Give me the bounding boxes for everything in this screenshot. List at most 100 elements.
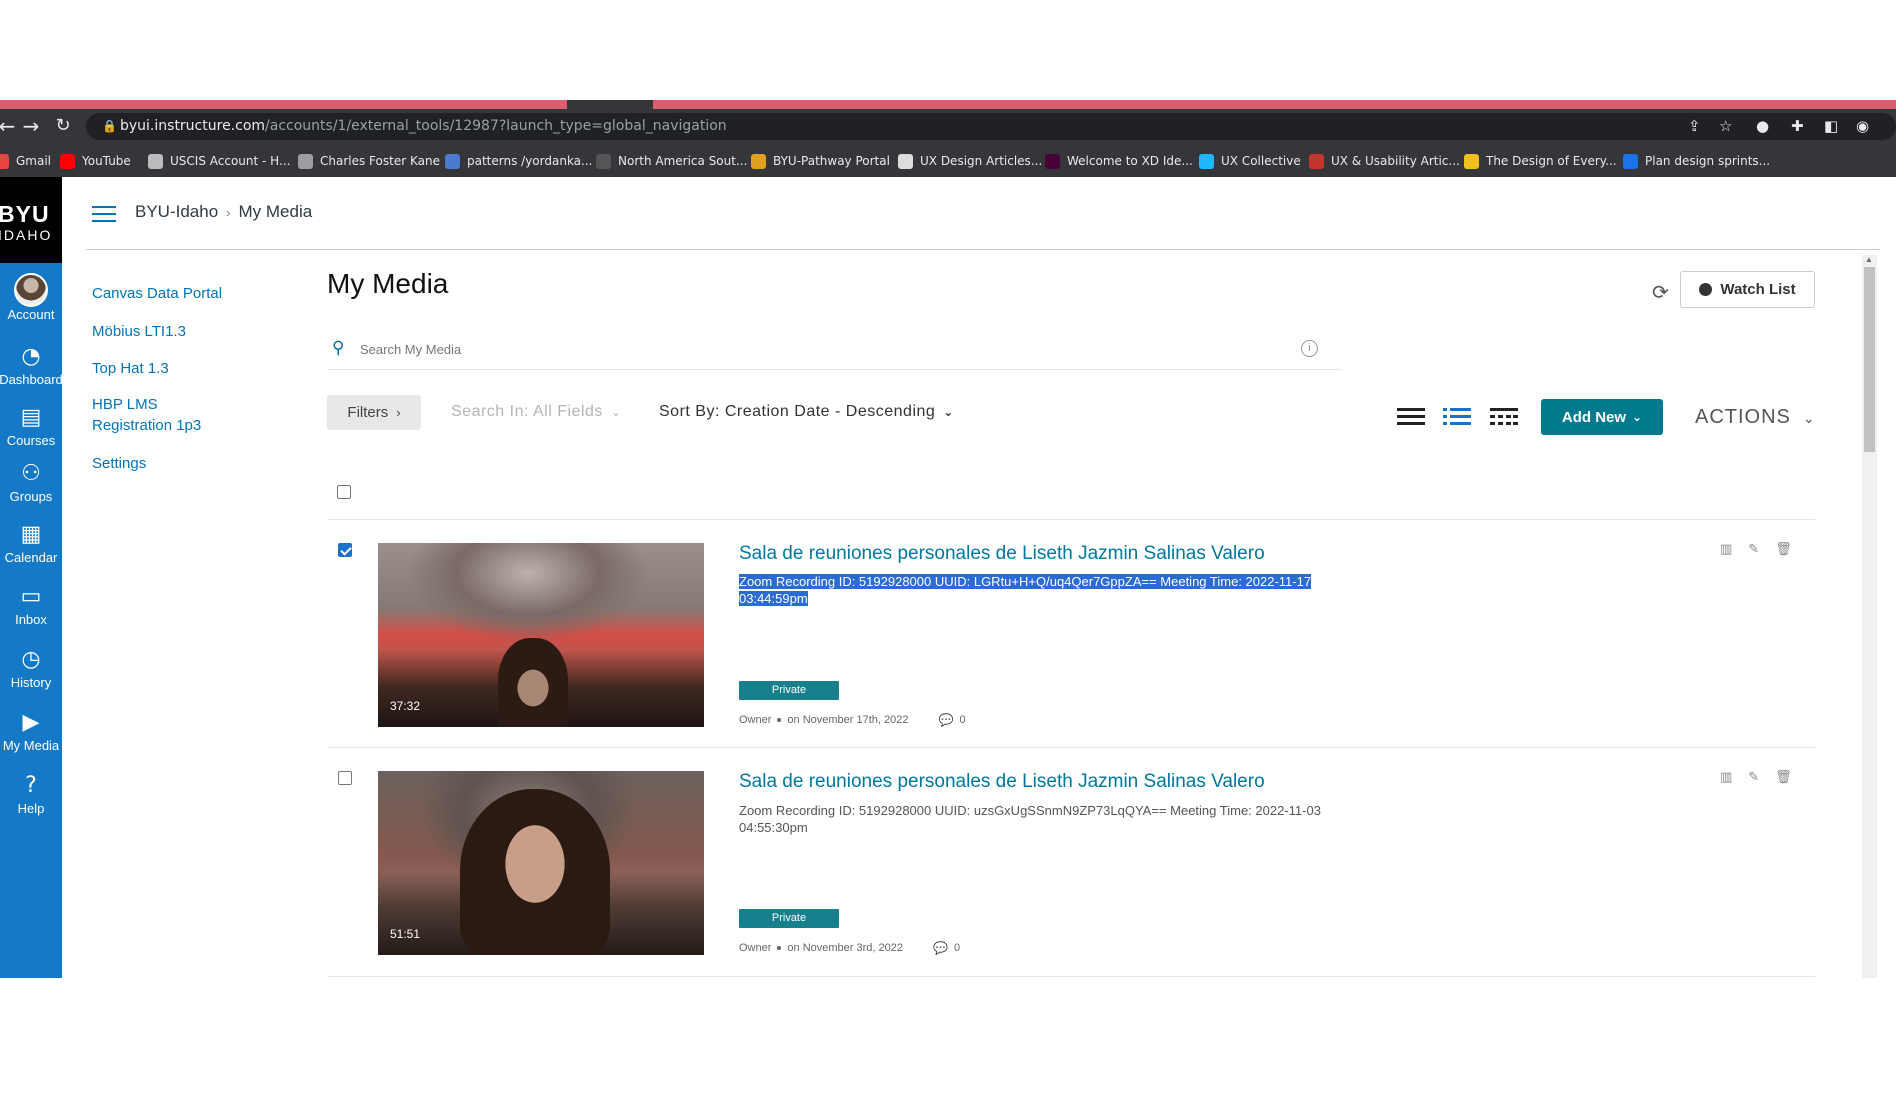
global-nav-inbox[interactable]: ▭ Inbox bbox=[0, 582, 62, 627]
bookmark-label: Charles Foster Kane bbox=[320, 154, 440, 168]
bookmark-label: Gmail bbox=[16, 154, 52, 168]
bookmark-label: North America Sout... bbox=[618, 154, 748, 168]
add-new-button[interactable]: Add New ⌄ bbox=[1541, 399, 1663, 435]
person-image bbox=[460, 789, 610, 955]
entry-meta: Owner on November 17th, 2022 💬 0 bbox=[739, 713, 966, 727]
global-nav-history[interactable]: ◷ History bbox=[0, 645, 62, 690]
global-nav-label: History bbox=[10, 675, 52, 690]
share-icon[interactable]: ⇪ bbox=[1688, 117, 1701, 135]
global-nav-label: Courses bbox=[6, 433, 56, 448]
active-tab[interactable] bbox=[567, 100, 653, 109]
delete-icon[interactable]: 🗑 bbox=[1775, 770, 1792, 785]
url-text[interactable]: byui.instructure.com/accounts/1/external… bbox=[120, 118, 727, 134]
video-thumbnail[interactable]: 37:32 bbox=[378, 543, 704, 727]
account-avatar bbox=[14, 273, 48, 307]
bookmark-label: UX Design Articles... bbox=[920, 154, 1043, 168]
bookmark-item[interactable]: Welcome to XD Ide... bbox=[1045, 152, 1193, 170]
global-nav-account[interactable]: Account bbox=[0, 273, 62, 322]
video-thumbnail[interactable]: 51:51 bbox=[378, 771, 704, 955]
refresh-icon[interactable]: ⟳ bbox=[1652, 280, 1669, 304]
row-divider bbox=[327, 519, 1815, 520]
bookmark-item[interactable]: Plan design sprints... bbox=[1623, 152, 1770, 170]
bullet-icon bbox=[777, 946, 782, 950]
help-icon: ? bbox=[25, 773, 37, 798]
entry-description: Zoom Recording ID: 5192928000 UUID: LGRt… bbox=[739, 574, 1312, 606]
global-nav-calendar[interactable]: ▦ Calendar bbox=[0, 520, 62, 565]
byu-idaho-logo[interactable]: BYU IDAHO bbox=[0, 177, 62, 263]
extension-color-icon[interactable]: ● bbox=[1756, 117, 1769, 135]
global-nav-dashboard[interactable]: ◔ Dashboard bbox=[0, 342, 63, 387]
bookmark-item[interactable]: YouTube bbox=[60, 152, 131, 170]
bookmark-favicon-icon bbox=[1623, 153, 1638, 169]
chevron-down-icon: ⌄ bbox=[610, 405, 622, 419]
sort-by-dropdown[interactable]: Sort By: Creation Date - Descending ⌄ bbox=[659, 403, 954, 421]
entry-title-link[interactable]: Sala de reuniones personales de Liseth J… bbox=[739, 771, 1265, 793]
reload-button[interactable]: ↻ bbox=[52, 115, 74, 137]
bookmark-label: USCIS Account - H... bbox=[170, 154, 291, 168]
bookmark-item[interactable]: Gmail bbox=[0, 152, 51, 170]
actions-dropdown[interactable]: ACTIONS ⌄ bbox=[1695, 406, 1816, 429]
analytics-icon[interactable]: ▥ bbox=[1720, 542, 1732, 557]
analytics-icon[interactable]: ▥ bbox=[1720, 770, 1732, 785]
profile-icon[interactable]: ◉ bbox=[1856, 117, 1869, 135]
edit-icon[interactable]: ✎ bbox=[1748, 542, 1759, 557]
search-input[interactable] bbox=[360, 337, 1260, 361]
bookmark-item[interactable]: USCIS Account - H... bbox=[148, 152, 290, 170]
side-panel-icon[interactable]: ◧ bbox=[1824, 117, 1838, 135]
entry-description: Zoom Recording ID: 5192928000 UUID: uzsG… bbox=[739, 803, 1321, 835]
global-nav-label: Help bbox=[17, 801, 45, 816]
bookmark-label: Plan design sprints... bbox=[1645, 154, 1771, 168]
course-nav-settings[interactable]: Settings bbox=[92, 453, 242, 474]
global-nav-label: Dashboard bbox=[0, 372, 63, 387]
info-icon[interactable]: i bbox=[1301, 340, 1318, 357]
back-button[interactable]: ← bbox=[0, 115, 18, 137]
bookmark-item[interactable]: The Design of Every... bbox=[1464, 152, 1617, 170]
global-nav-courses[interactable]: ▤ Courses bbox=[0, 403, 62, 448]
global-navigation: BYU IDAHO Account ◔ Dashboard ▤ Courses ⚇ Grou… bbox=[0, 177, 63, 978]
bookmark-item[interactable]: North America Sout... bbox=[596, 152, 747, 170]
global-nav-groups[interactable]: ⚇ Groups bbox=[0, 459, 62, 504]
comment-icon: 💬 bbox=[932, 941, 948, 955]
star-icon[interactable]: ☆ bbox=[1719, 117, 1732, 135]
bookmark-item[interactable]: UX Collective bbox=[1199, 152, 1301, 170]
bookmark-item[interactable]: UX Design Articles... bbox=[898, 152, 1042, 170]
filters-button[interactable]: Filters › bbox=[327, 395, 421, 430]
list-view-icon[interactable] bbox=[1397, 405, 1425, 425]
bookmark-favicon-icon bbox=[148, 153, 163, 169]
edit-icon[interactable]: ✎ bbox=[1748, 770, 1759, 785]
entry-title-link[interactable]: Sala de reuniones personales de Liseth J… bbox=[739, 543, 1265, 565]
extensions-puzzle-icon[interactable]: ✚ bbox=[1791, 117, 1804, 135]
detailed-view-icon[interactable] bbox=[1443, 405, 1471, 425]
course-nav-hbp-lms[interactable]: HBP LMS Registration 1p3 bbox=[92, 394, 222, 436]
course-nav-top-hat[interactable]: Top Hat 1.3 bbox=[92, 358, 242, 379]
lock-icon: 🔒 bbox=[102, 119, 117, 133]
watch-list-button[interactable]: Watch List bbox=[1680, 271, 1815, 308]
grid-view-icon[interactable] bbox=[1490, 405, 1518, 425]
course-nav-canvas-data-portal[interactable]: Canvas Data Portal bbox=[92, 283, 242, 304]
bookmark-item[interactable]: patterns /yordanka... bbox=[445, 152, 592, 170]
dashboard-icon: ◔ bbox=[21, 344, 41, 369]
bookmark-item[interactable]: BYU-Pathway Portal bbox=[751, 152, 890, 170]
scrollbar[interactable]: ▲ bbox=[1862, 255, 1877, 978]
bookmark-item[interactable]: UX & Usability Artic... bbox=[1309, 152, 1460, 170]
forward-button[interactable]: → bbox=[20, 115, 42, 137]
breadcrumb-current: My Media bbox=[238, 202, 313, 221]
clock-icon bbox=[1699, 283, 1713, 296]
groups-icon: ⚇ bbox=[21, 461, 41, 486]
bookmark-label: Welcome to XD Ide... bbox=[1067, 154, 1193, 168]
entry-checkbox[interactable] bbox=[338, 771, 352, 785]
search-in-dropdown[interactable]: Search In: All Fields ⌄ bbox=[451, 403, 621, 421]
entry-checkbox[interactable] bbox=[338, 543, 352, 557]
global-nav-my-media[interactable]: ▶ My Media bbox=[0, 708, 62, 753]
global-nav-help[interactable]: ? Help bbox=[0, 771, 62, 816]
hamburger-menu-icon[interactable] bbox=[92, 205, 116, 223]
bookmark-item[interactable]: Charles Foster Kane bbox=[298, 152, 440, 170]
select-all-checkbox[interactable] bbox=[337, 485, 351, 499]
scroll-up-icon[interactable]: ▲ bbox=[1865, 255, 1873, 264]
course-nav-mobius[interactable]: Möbius LTI1.3 bbox=[92, 321, 242, 342]
history-icon: ◷ bbox=[21, 647, 41, 672]
person-image bbox=[498, 638, 568, 727]
delete-icon[interactable]: 🗑 bbox=[1775, 542, 1792, 557]
breadcrumb-root[interactable]: BYU-Idaho bbox=[135, 202, 218, 222]
scrollbar-thumb[interactable] bbox=[1864, 267, 1875, 452]
